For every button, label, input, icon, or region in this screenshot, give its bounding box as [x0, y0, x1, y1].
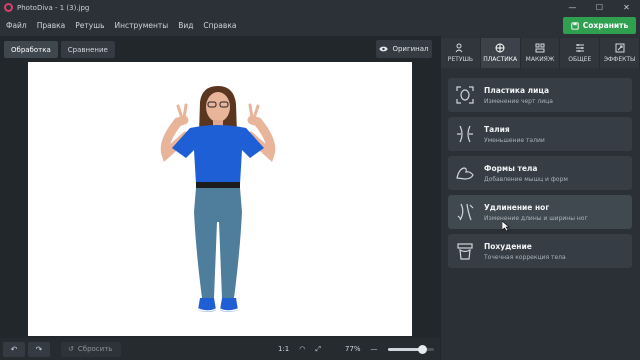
zoom-slider[interactable]	[387, 344, 434, 354]
card-body-shape[interactable]: Формы тела Добавление мышц и форм	[448, 156, 632, 190]
card-subtitle: Точечная коррекция тела	[484, 253, 566, 261]
close-button[interactable]: ✕	[613, 0, 640, 15]
eye-icon	[379, 46, 389, 52]
minimize-button[interactable]: —	[559, 0, 586, 15]
muscle-icon	[454, 162, 476, 184]
card-title: Похудение	[484, 241, 532, 251]
fullscreen-icon[interactable]: ⤢	[315, 345, 321, 354]
menu-edit[interactable]: Правка	[32, 21, 71, 30]
menu-file[interactable]: Файл	[0, 21, 32, 30]
card-slimming[interactable]: Похудение Точечная коррекция тела	[448, 234, 632, 268]
face-icon	[454, 84, 476, 106]
menu-view[interactable]: Вид	[173, 21, 198, 30]
reset-icon: ↺	[68, 345, 74, 353]
tab-effects[interactable]: ЭФФЕКТЫ	[600, 38, 640, 68]
reset-label: Сбросить	[77, 345, 113, 353]
person-photo	[160, 86, 276, 312]
ratio-button[interactable]: 1:1	[278, 345, 289, 353]
undo-icon: ↶	[10, 344, 18, 354]
retouch-icon	[455, 43, 463, 53]
fit-icon[interactable]: ◠	[299, 345, 305, 353]
card-title: Талия	[484, 124, 510, 134]
right-panel: РЕТУШЬ ПЛАСТИКА МАКИЯЖ ОБЩЕЕ ЭФФЕКТЫ Пла…	[441, 36, 640, 360]
card-title: Пластика лица	[484, 85, 550, 95]
tab-processing[interactable]: Обработка	[4, 41, 58, 58]
plastic-icon	[495, 43, 505, 53]
window-title: PhotoDiva - 1 (3).jpg	[17, 3, 90, 12]
plastic-tools-list: Пластика лица Изменение черт лица Талия …	[448, 78, 632, 273]
redo-button[interactable]: ↷	[28, 341, 50, 357]
card-subtitle: Добавление мышц и форм	[484, 175, 568, 183]
card-subtitle: Изменение длины и ширины ног	[484, 214, 588, 222]
zoom-slider-handle[interactable]	[418, 344, 428, 354]
save-label: Сохранить	[582, 21, 629, 30]
save-icon	[571, 21, 579, 30]
maximize-button[interactable]: ☐	[586, 0, 613, 15]
tab-retouch-label: РЕТУШЬ	[447, 56, 474, 63]
view-tabs: Обработка Сравнение	[4, 41, 115, 58]
reset-button[interactable]: ↺ Сбросить	[61, 341, 121, 357]
card-leg-lengthening[interactable]: Удлинение ног Изменение длины и ширины н…	[448, 195, 632, 231]
canvas-area	[0, 60, 439, 338]
tab-makeup-label: МАКИЯЖ	[525, 56, 555, 63]
tab-retouch[interactable]: РЕТУШЬ	[441, 38, 481, 68]
tab-general-label: ОБЩЕЕ	[568, 56, 592, 63]
app-logo-icon	[4, 3, 13, 12]
waist-icon	[454, 123, 476, 145]
menu-tools[interactable]: Инструменты	[110, 21, 174, 30]
menu-help[interactable]: Справка	[198, 21, 241, 30]
zoom-out-button[interactable]: —	[371, 345, 378, 353]
bottom-toolbar: ↶ ↷ ↺ Сбросить 1:1 ◠ ⤢ 77% — +	[0, 338, 449, 360]
original-label: Оригинал	[392, 45, 429, 53]
tool-tabs: РЕТУШЬ ПЛАСТИКА МАКИЯЖ ОБЩЕЕ ЭФФЕКТЫ	[441, 38, 640, 68]
makeup-icon	[535, 43, 545, 53]
redo-icon: ↷	[35, 344, 43, 354]
effects-icon	[615, 43, 625, 53]
legs-icon	[454, 201, 476, 223]
sliders-icon	[575, 44, 584, 52]
zoom-value: 77%	[344, 345, 361, 353]
card-title: Удлинение ног	[484, 202, 550, 212]
slim-icon	[454, 240, 476, 262]
card-face-plastic[interactable]: Пластика лица Изменение черт лица	[448, 78, 632, 112]
tab-compare[interactable]: Сравнение	[60, 41, 115, 58]
tab-makeup[interactable]: МАКИЯЖ	[520, 38, 561, 68]
card-subtitle: Изменение черт лица	[484, 97, 553, 105]
tab-plastic-label: ПЛАСТИКА	[483, 56, 518, 63]
save-button[interactable]: Сохранить	[563, 17, 636, 34]
menu-retouch[interactable]: Ретушь	[70, 21, 109, 30]
title-bar: PhotoDiva - 1 (3).jpg — ☐ ✕	[0, 0, 640, 15]
mouse-cursor-icon	[502, 221, 510, 231]
tab-plastic[interactable]: ПЛАСТИКА	[480, 38, 521, 68]
card-subtitle: Уменьшение талии	[484, 136, 545, 144]
card-waist[interactable]: Талия Уменьшение талии	[448, 117, 632, 151]
photo-canvas[interactable]	[28, 62, 412, 336]
undo-button[interactable]: ↶	[3, 341, 25, 357]
zoom-controls: 1:1 ◠ ⤢ 77% — +	[278, 338, 449, 360]
window-controls: — ☐ ✕	[559, 0, 640, 15]
tab-general[interactable]: ОБЩЕЕ	[560, 38, 601, 68]
original-button[interactable]: Оригинал	[376, 40, 432, 58]
card-title: Формы тела	[484, 163, 538, 173]
tab-effects-label: ЭФФЕКТЫ	[603, 56, 636, 63]
menu-bar: Файл Правка Ретушь Инструменты Вид Справ…	[0, 15, 640, 36]
